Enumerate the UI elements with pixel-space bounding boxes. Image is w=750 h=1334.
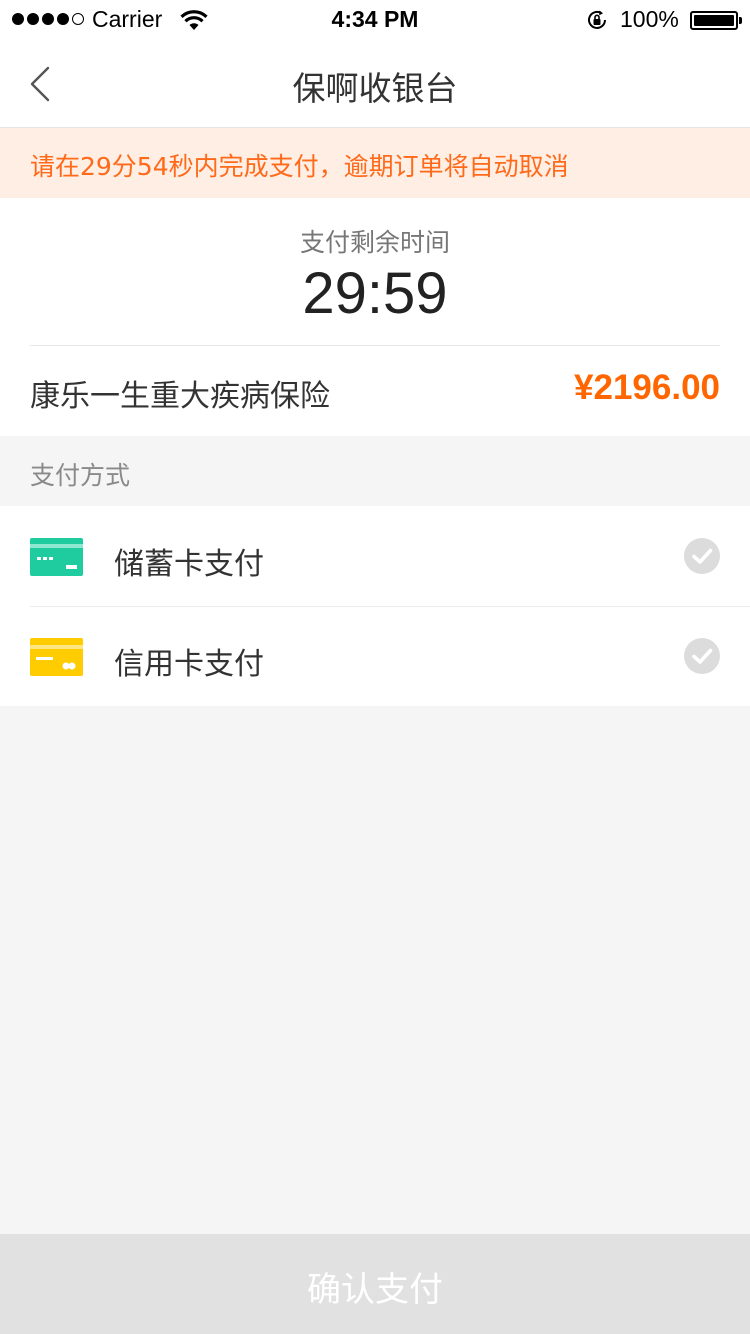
product-name: 康乐一生重大疾病保险 <box>30 379 330 414</box>
divider <box>30 345 720 346</box>
rotation-lock-icon <box>588 10 606 29</box>
battery-icon <box>690 11 742 30</box>
countdown-timer: 29:59 <box>302 261 448 326</box>
payment-deadline-banner: 请在29分54秒内完成支付，逾期订单将自动取消 <box>0 128 750 198</box>
payment-method-credit-card[interactable]: 信用卡支付 <box>0 606 750 706</box>
debit-card-icon <box>30 538 83 576</box>
battery-percent: 100% <box>620 6 679 32</box>
status-bar: Carrier 4:34 PM 100% <box>0 0 750 40</box>
payment-method-debit-card[interactable]: 储蓄卡支付 <box>0 506 750 607</box>
cashier-screen: Carrier 4:34 PM 100% 保啊收银台 请在29分54秒内完成支付… <box>0 0 750 1334</box>
debit-card-label: 储蓄卡支付 <box>114 547 264 582</box>
page-title: 保啊收银台 <box>292 69 458 108</box>
check-circle-icon[interactable] <box>684 538 720 574</box>
credit-card-icon <box>30 638 83 676</box>
countdown-label: 支付剩余时间 <box>299 228 450 257</box>
credit-card-label: 信用卡支付 <box>114 647 264 682</box>
confirm-payment-button[interactable]: 确认支付 <box>0 1234 750 1334</box>
order-summary: 支付剩余时间 29:59 康乐一生重大疾病保险 ¥2196.00 <box>0 198 750 436</box>
payment-methods-list: 储蓄卡支付 信用卡支付 <box>0 506 750 706</box>
check-circle-icon[interactable] <box>684 638 720 674</box>
payment-section-title: 支付方式 <box>30 461 131 490</box>
nav-bar: 保啊收银台 <box>0 40 750 128</box>
order-price: ¥2196.00 <box>574 368 720 407</box>
